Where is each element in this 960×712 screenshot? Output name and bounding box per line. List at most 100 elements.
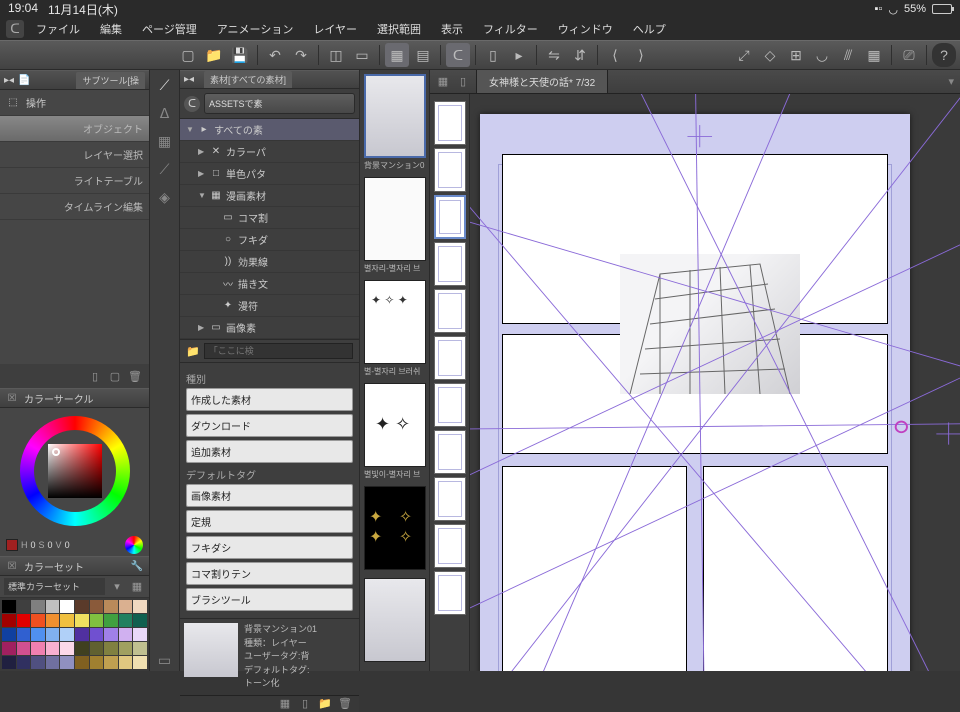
color-swatch[interactable] bbox=[46, 614, 60, 627]
comic-panel[interactable] bbox=[703, 466, 888, 671]
toolbar-arrow-icon[interactable]: ▸ bbox=[507, 43, 531, 67]
color-swatch[interactable] bbox=[133, 600, 147, 613]
mat-trash-icon[interactable]: 🗑 bbox=[337, 696, 353, 712]
wrench-icon[interactable]: 🔧 bbox=[129, 558, 145, 574]
close-icon[interactable]: ☒ bbox=[4, 558, 20, 574]
color-swatch[interactable] bbox=[60, 628, 74, 641]
color-swatch[interactable] bbox=[17, 642, 31, 655]
color-swatch[interactable] bbox=[133, 614, 147, 627]
color-swatch[interactable] bbox=[46, 656, 60, 669]
color-swatch[interactable] bbox=[75, 656, 89, 669]
menu-item-ファイル[interactable]: ファイル bbox=[28, 18, 88, 40]
canvas-tab[interactable]: 女神様と天使の話* 7/32 bbox=[477, 70, 608, 93]
color-swatch[interactable] bbox=[31, 656, 45, 669]
canvas-viewport[interactable] bbox=[430, 94, 960, 671]
tree-row[interactable]: 〰描き文 bbox=[180, 273, 359, 295]
page-thumb[interactable] bbox=[434, 524, 466, 568]
color-swatch[interactable] bbox=[2, 628, 16, 641]
color-swatch[interactable] bbox=[104, 642, 118, 655]
color-swatch[interactable] bbox=[104, 600, 118, 613]
color-wheel[interactable] bbox=[20, 416, 130, 526]
layers-tool-icon[interactable]: ◈ bbox=[154, 186, 176, 208]
mat-folder-icon[interactable]: 📁 bbox=[317, 696, 333, 712]
color-swatch[interactable] bbox=[2, 600, 16, 613]
view-grid-icon[interactable]: ▦ bbox=[434, 73, 452, 91]
color-swatch[interactable] bbox=[119, 600, 133, 613]
tree-row[interactable]: ✦漫符 bbox=[180, 295, 359, 317]
menu-item-選択範囲[interactable]: 選択範囲 bbox=[369, 18, 429, 40]
toolbar-arc-icon[interactable]: ◡ bbox=[810, 43, 834, 67]
page-thumb[interactable] bbox=[434, 195, 466, 239]
filter-button[interactable]: フキダシ bbox=[186, 536, 353, 559]
materials-search-input[interactable] bbox=[204, 343, 353, 359]
toolbar-help-icon[interactable]: ? bbox=[932, 43, 956, 67]
tree-row[interactable]: ▭コマ割 bbox=[180, 207, 359, 229]
toolbar-flip-v-icon[interactable]: ⇵ bbox=[568, 43, 592, 67]
toolbar-page-icon[interactable]: ▯ bbox=[481, 43, 505, 67]
color-circle-header[interactable]: ☒ カラーサークル bbox=[0, 388, 149, 408]
page-thumb[interactable] bbox=[434, 430, 466, 474]
color-swatch[interactable] bbox=[90, 656, 104, 669]
toolbar-snap1-icon[interactable]: ⫻ bbox=[836, 43, 860, 67]
color-swatch[interactable] bbox=[46, 642, 60, 655]
subtool-item[interactable]: ⬚操作 bbox=[0, 90, 149, 116]
toolbar-open-icon[interactable]: 📁 bbox=[202, 43, 226, 67]
toolbar-grid2-icon[interactable]: ▤ bbox=[411, 43, 435, 67]
color-swatch[interactable] bbox=[31, 614, 45, 627]
app-logo-icon[interactable]: ᑕ bbox=[6, 20, 24, 38]
menu-item-表示[interactable]: 表示 bbox=[433, 18, 471, 40]
tree-row[interactable]: ▼▸すべての素 bbox=[180, 119, 359, 141]
brush-tool-icon[interactable]: ᐃ bbox=[154, 102, 176, 124]
page-thumb[interactable] bbox=[434, 477, 466, 521]
materials-header[interactable]: ▸◂ 素材[すべての素材] bbox=[180, 70, 359, 89]
filter-button[interactable]: ダウンロード bbox=[186, 414, 353, 437]
tree-row[interactable]: ○フキダ bbox=[180, 229, 359, 251]
color-swatch[interactable] bbox=[133, 628, 147, 641]
line-tool-icon[interactable]: ⟋ bbox=[154, 158, 176, 180]
color-swatch[interactable] bbox=[90, 642, 104, 655]
color-swatch[interactable] bbox=[133, 656, 147, 669]
config-tool-icon[interactable]: ▭ bbox=[154, 649, 176, 671]
color-swatch[interactable] bbox=[90, 614, 104, 627]
material-preview[interactable]: 별빛이-별자리 브 bbox=[364, 383, 425, 482]
color-swatch[interactable] bbox=[75, 628, 89, 641]
mat-grid-icon[interactable]: ▦ bbox=[277, 696, 293, 712]
colorset-dropdown[interactable]: 標準カラーセット bbox=[4, 578, 105, 595]
assets-search-button[interactable]: ASSETSで素 bbox=[204, 93, 355, 114]
menu-item-フィルター[interactable]: フィルター bbox=[475, 18, 546, 40]
page-thumb[interactable] bbox=[434, 383, 466, 427]
color-swatch[interactable] bbox=[31, 628, 45, 641]
toolbar-flip-h-icon[interactable]: ⇋ bbox=[542, 43, 566, 67]
toolbar-next-icon[interactable]: ⟩ bbox=[629, 43, 653, 67]
tree-row[interactable]: ))効果線 bbox=[180, 251, 359, 273]
color-swatch[interactable] bbox=[17, 628, 31, 641]
view-single-icon[interactable]: ▯ bbox=[454, 73, 472, 91]
color-set-header[interactable]: ☒ カラーセット 🔧 bbox=[0, 556, 149, 576]
material-preview[interactable]: 별-별자리 브러쉬 bbox=[364, 280, 425, 379]
pattern-tool-icon[interactable]: ▦ bbox=[154, 130, 176, 152]
trash-icon[interactable]: 🗑 bbox=[127, 368, 143, 384]
copy-icon[interactable]: ▯ bbox=[87, 368, 103, 384]
menu-item-アニメーション[interactable]: アニメーション bbox=[209, 18, 302, 40]
subtool-panel-header[interactable]: ▸◂📄 サブツール[操 bbox=[0, 70, 149, 90]
toolbar-undo-icon[interactable]: ↶ bbox=[263, 43, 287, 67]
color-swatch[interactable] bbox=[17, 656, 31, 669]
material-preview[interactable]: 별자리-별자리 브 bbox=[364, 177, 425, 276]
color-swatch[interactable] bbox=[104, 614, 118, 627]
color-swatch[interactable] bbox=[104, 656, 118, 669]
color-swatch[interactable] bbox=[46, 600, 60, 613]
color-swatch[interactable] bbox=[75, 614, 89, 627]
dropdown-icon[interactable]: ▾ bbox=[109, 579, 125, 595]
color-swatch[interactable] bbox=[31, 600, 45, 613]
page-thumb[interactable] bbox=[434, 336, 466, 380]
mat-paste-icon[interactable]: ▯ bbox=[297, 696, 313, 712]
toolbar-scale-icon[interactable]: ⤢ bbox=[732, 43, 756, 67]
toolbar-grid1-icon[interactable]: ▦ bbox=[385, 43, 409, 67]
menu-item-ヘルプ[interactable]: ヘルプ bbox=[625, 18, 674, 40]
toolbar-save-icon[interactable]: 💾 bbox=[228, 43, 252, 67]
menu-item-ウィンドウ[interactable]: ウィンドウ bbox=[550, 18, 621, 40]
page-thumb[interactable] bbox=[434, 148, 466, 192]
toolbar-redo-icon[interactable]: ↷ bbox=[289, 43, 313, 67]
color-swatch[interactable] bbox=[119, 642, 133, 655]
material-preview[interactable] bbox=[364, 486, 425, 574]
